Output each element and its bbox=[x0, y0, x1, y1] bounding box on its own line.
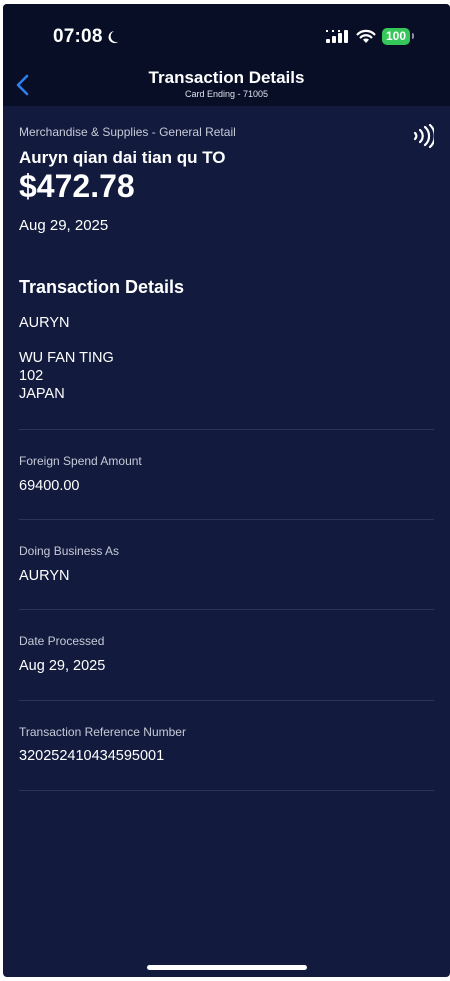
card-ending-subtitle: Card Ending - 71005 bbox=[184, 89, 269, 99]
address-line: 102 bbox=[19, 368, 44, 384]
merchant-short-name: AURYN bbox=[19, 315, 70, 331]
cellular-signal-icon bbox=[325, 29, 348, 43]
divider bbox=[19, 519, 434, 520]
wifi-icon bbox=[356, 29, 376, 43]
home-indicator[interactable] bbox=[147, 965, 307, 970]
transaction-date: Aug 29, 2025 bbox=[19, 217, 109, 234]
page-title: Transaction Details bbox=[148, 68, 305, 87]
doing-business-as-label: Doing Business As bbox=[19, 544, 120, 558]
divider bbox=[19, 429, 434, 430]
foreign-spend-label: Foreign Spend Amount bbox=[19, 454, 142, 468]
date-processed-label: Date Processed bbox=[19, 634, 105, 648]
screen: 07:08 100 Transaction Details Card Endin… bbox=[3, 4, 450, 977]
status-icons: 100 bbox=[325, 28, 415, 45]
transaction-amount: $472.78 bbox=[19, 168, 135, 204]
transaction-category: Merchandise & Supplies - General Retail bbox=[19, 125, 236, 139]
clock-text: 07:08 bbox=[53, 26, 103, 47]
status-time: 07:08 bbox=[53, 26, 123, 48]
contactless-icon bbox=[413, 124, 434, 148]
foreign-spend-value: 69400.00 bbox=[19, 478, 80, 494]
merchant-name: Auryn qian dai tian qu TO bbox=[19, 148, 226, 167]
address-line: WU FAN TING bbox=[19, 350, 114, 366]
date-processed-value: Aug 29, 2025 bbox=[19, 658, 106, 674]
reference-number-label: Transaction Reference Number bbox=[19, 725, 186, 739]
doing-business-as-value: AURYN bbox=[19, 568, 70, 584]
moon-icon bbox=[108, 31, 119, 44]
section-title: Transaction Details bbox=[19, 277, 185, 297]
divider bbox=[19, 790, 434, 791]
merchant-address: WU FAN TING 102 JAPAN bbox=[19, 349, 114, 403]
battery-icon: 100 bbox=[381, 28, 415, 45]
divider bbox=[19, 700, 434, 701]
address-line: JAPAN bbox=[19, 386, 65, 402]
header: 07:08 100 Transaction Details Card Endin… bbox=[3, 4, 450, 106]
reference-number-value: 320252410434595001 bbox=[19, 748, 165, 764]
divider bbox=[19, 609, 434, 610]
